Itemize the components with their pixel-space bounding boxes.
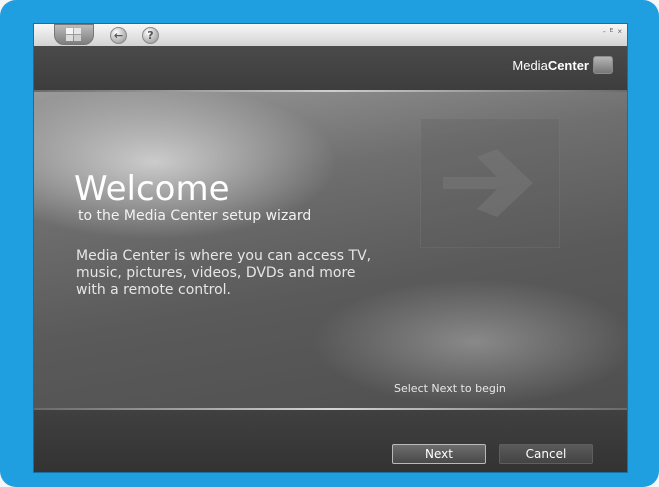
description-text: Media Center is where you can access TV,… — [76, 248, 372, 298]
next-button[interactable]: Next — [392, 444, 486, 464]
back-arrow-icon: ← — [113, 29, 124, 42]
footer-bar: Next Cancel — [34, 410, 627, 472]
welcome-panel: Welcome to the Media Center setup wizard… — [34, 92, 627, 408]
page-subtitle: to the Media Center setup wizard — [78, 208, 312, 224]
title-bar: ← ? - ᴱ × — [34, 24, 627, 47]
header-bar: MediaCenter — [34, 46, 627, 90]
cancel-button[interactable]: Cancel — [499, 444, 593, 464]
right-arrow-icon — [420, 118, 560, 248]
media-center-brand: MediaCenter — [512, 58, 589, 73]
start-button[interactable] — [54, 24, 94, 45]
windows-logo-icon — [593, 56, 613, 74]
instruction-text: Select Next to begin — [394, 382, 506, 395]
outer-frame: ← ? - ᴱ × MediaCenter Welcome to the Med… — [0, 0, 659, 487]
help-icon: ? — [147, 29, 154, 42]
brand-regular: Media — [512, 58, 548, 73]
brand-bold: Center — [547, 58, 589, 73]
windows-logo-icon — [66, 28, 81, 41]
window-controls[interactable]: - ᴱ × — [603, 27, 623, 36]
help-button[interactable]: ? — [142, 27, 159, 44]
page-title: Welcome — [74, 169, 230, 209]
back-button[interactable]: ← — [110, 27, 127, 44]
media-center-window: ← ? - ᴱ × MediaCenter Welcome to the Med… — [34, 24, 627, 472]
